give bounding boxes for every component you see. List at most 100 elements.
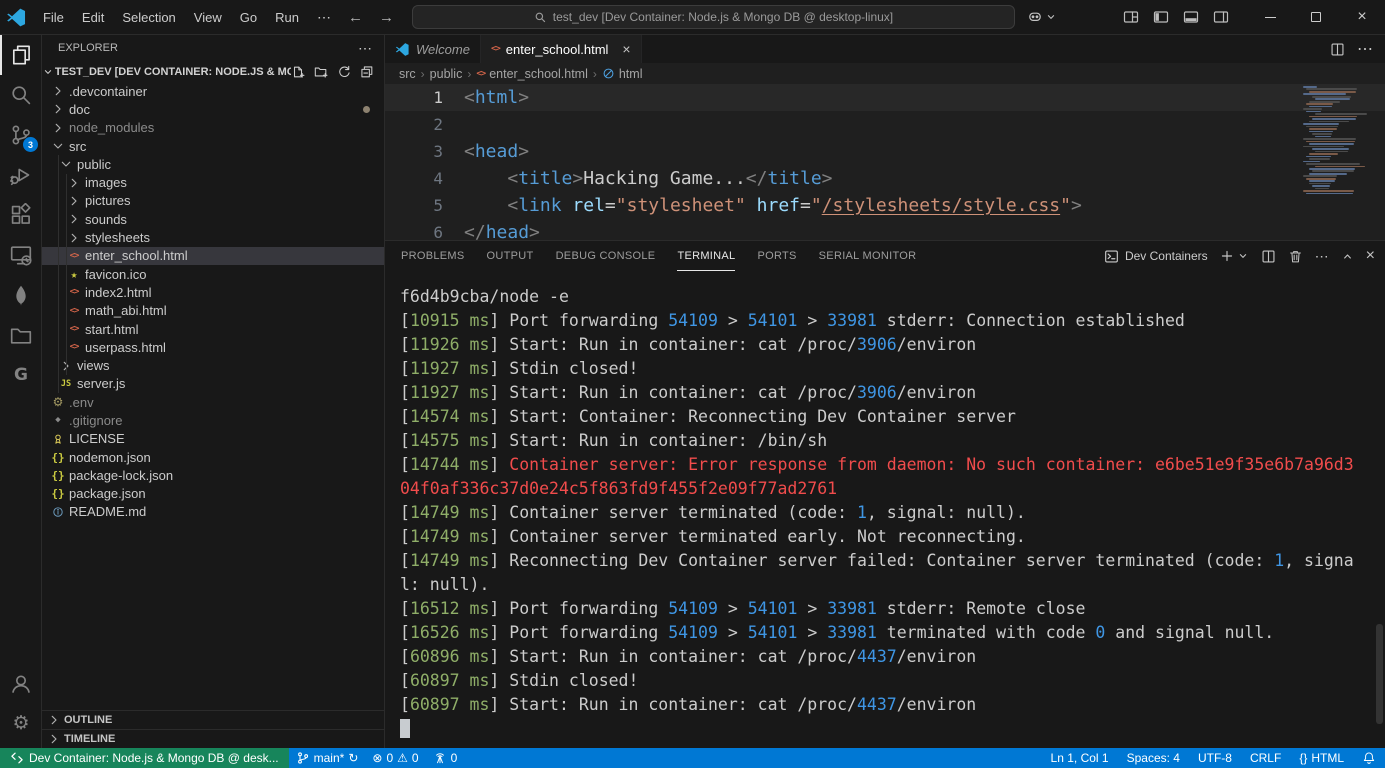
tree-item-readme-md[interactable]: README.md bbox=[42, 503, 384, 521]
minimap[interactable] bbox=[1301, 86, 1363, 195]
tree-item-views[interactable]: views bbox=[42, 356, 384, 374]
cursor-position[interactable]: Ln 1, Col 1 bbox=[1042, 748, 1118, 768]
tree-item-stylesheets[interactable]: stylesheets bbox=[42, 228, 384, 246]
tree-item-enter-school-html[interactable]: <>enter_school.html bbox=[42, 247, 384, 265]
breadcrumb-html[interactable]: html bbox=[602, 67, 643, 81]
breadcrumb-enter-school-html[interactable]: <>enter_school.html bbox=[476, 67, 588, 81]
new-file-button[interactable] bbox=[291, 65, 305, 79]
command-center-search[interactable]: test_dev [Dev Container: Node.js & Mongo… bbox=[412, 5, 1015, 29]
terminal-dropdown-chevron-icon[interactable] bbox=[1237, 250, 1249, 262]
split-editor-button[interactable] bbox=[1330, 42, 1345, 57]
activity-search-button[interactable] bbox=[0, 75, 42, 115]
panel-tab-terminal[interactable]: TERMINAL bbox=[677, 241, 735, 271]
menu-view[interactable]: View bbox=[185, 6, 231, 29]
tree-item-src[interactable]: src bbox=[42, 137, 384, 155]
tree-item-sounds[interactable]: sounds bbox=[42, 210, 384, 228]
tree-item-nodemon-json[interactable]: {}nodemon.json bbox=[42, 448, 384, 466]
tree-item-userpass-html[interactable]: <>userpass.html bbox=[42, 338, 384, 356]
tree-item-images[interactable]: images bbox=[42, 173, 384, 191]
remote-indicator[interactable]: Dev Container: Node.js & Mongo DB @ desk… bbox=[0, 748, 289, 768]
notifications-bell[interactable] bbox=[1353, 748, 1385, 768]
activity-accounts-button[interactable] bbox=[0, 664, 42, 704]
explorer-sidebar: EXPLORER ⋯ TEST_DEV [DEV CONTAINER: NODE… bbox=[42, 35, 385, 748]
collapse-folders-button[interactable] bbox=[360, 65, 374, 79]
tree-item-math-abi-html[interactable]: <>math_abi.html bbox=[42, 302, 384, 320]
tree-item-server-js[interactable]: JSserver.js bbox=[42, 375, 384, 393]
menu-overflow-button[interactable]: ⋯ bbox=[308, 9, 340, 26]
panel-tab-output[interactable]: OUTPUT bbox=[487, 241, 534, 271]
split-terminal-button[interactable] bbox=[1261, 249, 1276, 264]
language-label: HTML bbox=[1311, 751, 1344, 765]
menu-edit[interactable]: Edit bbox=[73, 6, 113, 29]
nav-forward-icon[interactable]: → bbox=[371, 9, 402, 26]
tree-item-package-json[interactable]: {}package.json bbox=[42, 485, 384, 503]
new-terminal-button[interactable] bbox=[1220, 249, 1234, 263]
section-outline[interactable]: OUTLINE bbox=[42, 710, 384, 729]
menu-file[interactable]: File bbox=[34, 6, 73, 29]
refresh-explorer-button[interactable] bbox=[337, 65, 351, 79]
customize-layout-icon[interactable] bbox=[1123, 9, 1139, 25]
panel-tab-serial-monitor[interactable]: SERIAL MONITOR bbox=[819, 241, 917, 271]
copilot-button[interactable] bbox=[1021, 9, 1063, 25]
close-panel-button[interactable]: × bbox=[1366, 247, 1375, 265]
breadcrumb-public[interactable]: public bbox=[430, 67, 463, 81]
indentation-setting[interactable]: Spaces: 4 bbox=[1118, 748, 1189, 768]
terminal-output[interactable]: f6d4b9cba/node -e[10915 ms] Port forward… bbox=[385, 271, 1385, 741]
close-button[interactable]: × bbox=[1339, 0, 1385, 35]
activity-explorer-button[interactable] bbox=[0, 35, 42, 75]
tree-item-index2-html[interactable]: <>index2.html bbox=[42, 283, 384, 301]
maximize-panel-icon[interactable] bbox=[1341, 250, 1354, 263]
activity-gitlens-button[interactable]: G bbox=[0, 355, 42, 395]
close-tab-icon[interactable]: × bbox=[622, 41, 630, 57]
tree-item-node-modules[interactable]: node_modules bbox=[42, 119, 384, 137]
breadcrumb-src[interactable]: src bbox=[399, 67, 416, 81]
terminal-instance-selector[interactable]: Dev Containers bbox=[1104, 249, 1208, 264]
problems-status[interactable]: ⊗ 0 ⚠ 0 bbox=[365, 748, 425, 768]
activity-mongodb-button[interactable] bbox=[0, 275, 42, 315]
toggle-sidebar-icon[interactable] bbox=[1153, 9, 1169, 25]
language-mode[interactable]: {} HTML bbox=[1290, 748, 1353, 768]
minimize-button[interactable] bbox=[1247, 0, 1293, 35]
tree-item-favicon-ico[interactable]: ★favicon.ico bbox=[42, 265, 384, 283]
tree-item-devcontainer[interactable]: .devcontainer bbox=[42, 82, 384, 100]
kill-terminal-button[interactable] bbox=[1288, 249, 1303, 264]
toggle-secondary-sidebar-icon[interactable] bbox=[1213, 9, 1229, 25]
activity-extensions-button[interactable] bbox=[0, 195, 42, 235]
maximize-button[interactable] bbox=[1293, 0, 1339, 35]
panel-tab-problems[interactable]: PROBLEMS bbox=[401, 241, 465, 271]
new-folder-button[interactable] bbox=[314, 65, 328, 79]
tree-item-package-lock-json[interactable]: {}package-lock.json bbox=[42, 466, 384, 484]
sidebar-more-actions-button[interactable]: ⋯ bbox=[358, 40, 372, 57]
activity-settings-button[interactable]: ⚙ bbox=[0, 704, 42, 744]
activity-containers-button[interactable] bbox=[0, 315, 42, 355]
panel-tab-debug-console[interactable]: DEBUG CONSOLE bbox=[556, 241, 656, 271]
branch-status[interactable]: main* ↻ bbox=[289, 748, 366, 768]
nav-back-icon[interactable]: ← bbox=[340, 9, 371, 26]
ports-status[interactable]: 0 bbox=[426, 748, 465, 768]
activity-remote-explorer-button[interactable] bbox=[0, 235, 42, 275]
toggle-panel-icon[interactable] bbox=[1183, 9, 1199, 25]
tree-item-license[interactable]: LICENSE bbox=[42, 430, 384, 448]
terminal-scrollbar[interactable] bbox=[1376, 624, 1383, 724]
encoding-setting[interactable]: UTF-8 bbox=[1189, 748, 1241, 768]
activity-source-control-button[interactable]: 3 bbox=[0, 115, 42, 155]
panel-tab-ports[interactable]: PORTS bbox=[757, 241, 796, 271]
activity-run-debug-button[interactable] bbox=[0, 155, 42, 195]
tab-enter-school-html[interactable]: <>enter_school.html× bbox=[481, 35, 642, 63]
editor-more-actions-button[interactable]: ⋯ bbox=[1357, 39, 1373, 59]
tree-item-public[interactable]: public bbox=[42, 155, 384, 173]
tree-item-start-html[interactable]: <>start.html bbox=[42, 320, 384, 338]
project-section-header[interactable]: TEST_DEV [DEV CONTAINER: NODE.JS & MONGO… bbox=[42, 61, 384, 82]
tree-item-gitignore[interactable]: ◆.gitignore bbox=[42, 411, 384, 429]
eol-setting[interactable]: CRLF bbox=[1241, 748, 1290, 768]
menu-selection[interactable]: Selection bbox=[113, 6, 184, 29]
menu-go[interactable]: Go bbox=[231, 6, 266, 29]
panel-more-actions-button[interactable]: ⋯ bbox=[1315, 248, 1329, 265]
tree-item-pictures[interactable]: pictures bbox=[42, 192, 384, 210]
menu-run[interactable]: Run bbox=[266, 6, 308, 29]
section-timeline[interactable]: TIMELINE bbox=[42, 729, 384, 748]
tab-welcome[interactable]: Welcome bbox=[385, 35, 481, 63]
code-editor[interactable]: 1<html>23<head>4 <title>Hacking Game...<… bbox=[385, 84, 1385, 240]
tree-item-doc[interactable]: doc bbox=[42, 100, 384, 118]
tree-item-env[interactable]: ⚙.env bbox=[42, 393, 384, 411]
